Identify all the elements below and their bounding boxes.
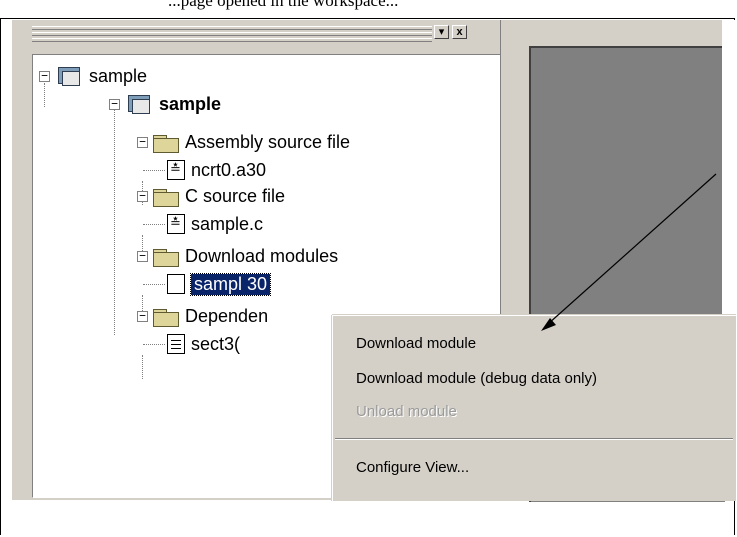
callout-arrow <box>541 173 717 331</box>
